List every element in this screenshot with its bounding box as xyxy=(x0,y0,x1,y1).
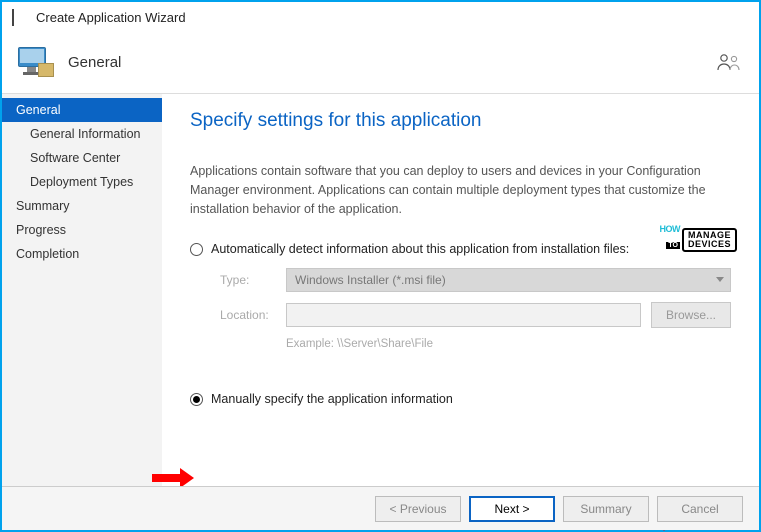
type-select: Windows Installer (*.msi file) xyxy=(286,268,731,292)
page-description: Applications contain software that you c… xyxy=(190,162,731,218)
computer-package-icon xyxy=(16,43,56,83)
wizard-footer: < Previous Next > Summary Cancel xyxy=(2,486,759,530)
sidebar-item-progress[interactable]: Progress xyxy=(2,218,162,242)
sidebar-item-deployment-types[interactable]: Deployment Types xyxy=(2,170,162,194)
wizard-sidebar: General General Information Software Cen… xyxy=(2,94,162,486)
watermark-logo: HOW TO MANAGE DEVICES xyxy=(659,224,737,252)
annotation-arrow-right xyxy=(152,468,194,488)
radio-unchecked-icon xyxy=(190,243,203,256)
location-label: Location: xyxy=(220,308,286,322)
sidebar-item-completion[interactable]: Completion xyxy=(2,242,162,266)
summary-button: Summary xyxy=(563,496,649,522)
auto-detect-form: Type: Windows Installer (*.msi file) Loc… xyxy=(220,268,731,350)
chevron-down-icon xyxy=(716,277,724,282)
page-heading: Specify settings for this application xyxy=(190,110,731,132)
browse-button: Browse... xyxy=(651,302,731,328)
sidebar-item-summary[interactable]: Summary xyxy=(2,194,162,218)
people-icon[interactable] xyxy=(717,53,745,73)
titlebar: Create Application Wizard xyxy=(2,2,759,32)
location-example: Example: \\Server\Share\File xyxy=(286,338,731,350)
option-manual-label: Manually specify the application informa… xyxy=(211,392,453,406)
wizard-header: General xyxy=(2,32,759,94)
header-section: General xyxy=(68,54,121,71)
next-button[interactable]: Next > xyxy=(469,496,555,522)
location-input xyxy=(286,303,641,327)
radio-checked-icon xyxy=(190,393,203,406)
sidebar-item-software-center[interactable]: Software Center xyxy=(2,146,162,170)
option-manual-specify[interactable]: Manually specify the application informa… xyxy=(190,392,731,406)
previous-button: < Previous xyxy=(375,496,461,522)
option-auto-detect[interactable]: Automatically detect information about t… xyxy=(190,242,731,256)
window-title: Create Application Wizard xyxy=(36,10,186,25)
option-auto-label: Automatically detect information about t… xyxy=(211,242,629,256)
wizard-content: Specify settings for this application Ap… xyxy=(162,94,759,486)
window-icon xyxy=(12,10,28,24)
type-label: Type: xyxy=(220,273,286,287)
cancel-button[interactable]: Cancel xyxy=(657,496,743,522)
sidebar-item-general-information[interactable]: General Information xyxy=(2,122,162,146)
sidebar-item-general[interactable]: General xyxy=(2,98,162,122)
